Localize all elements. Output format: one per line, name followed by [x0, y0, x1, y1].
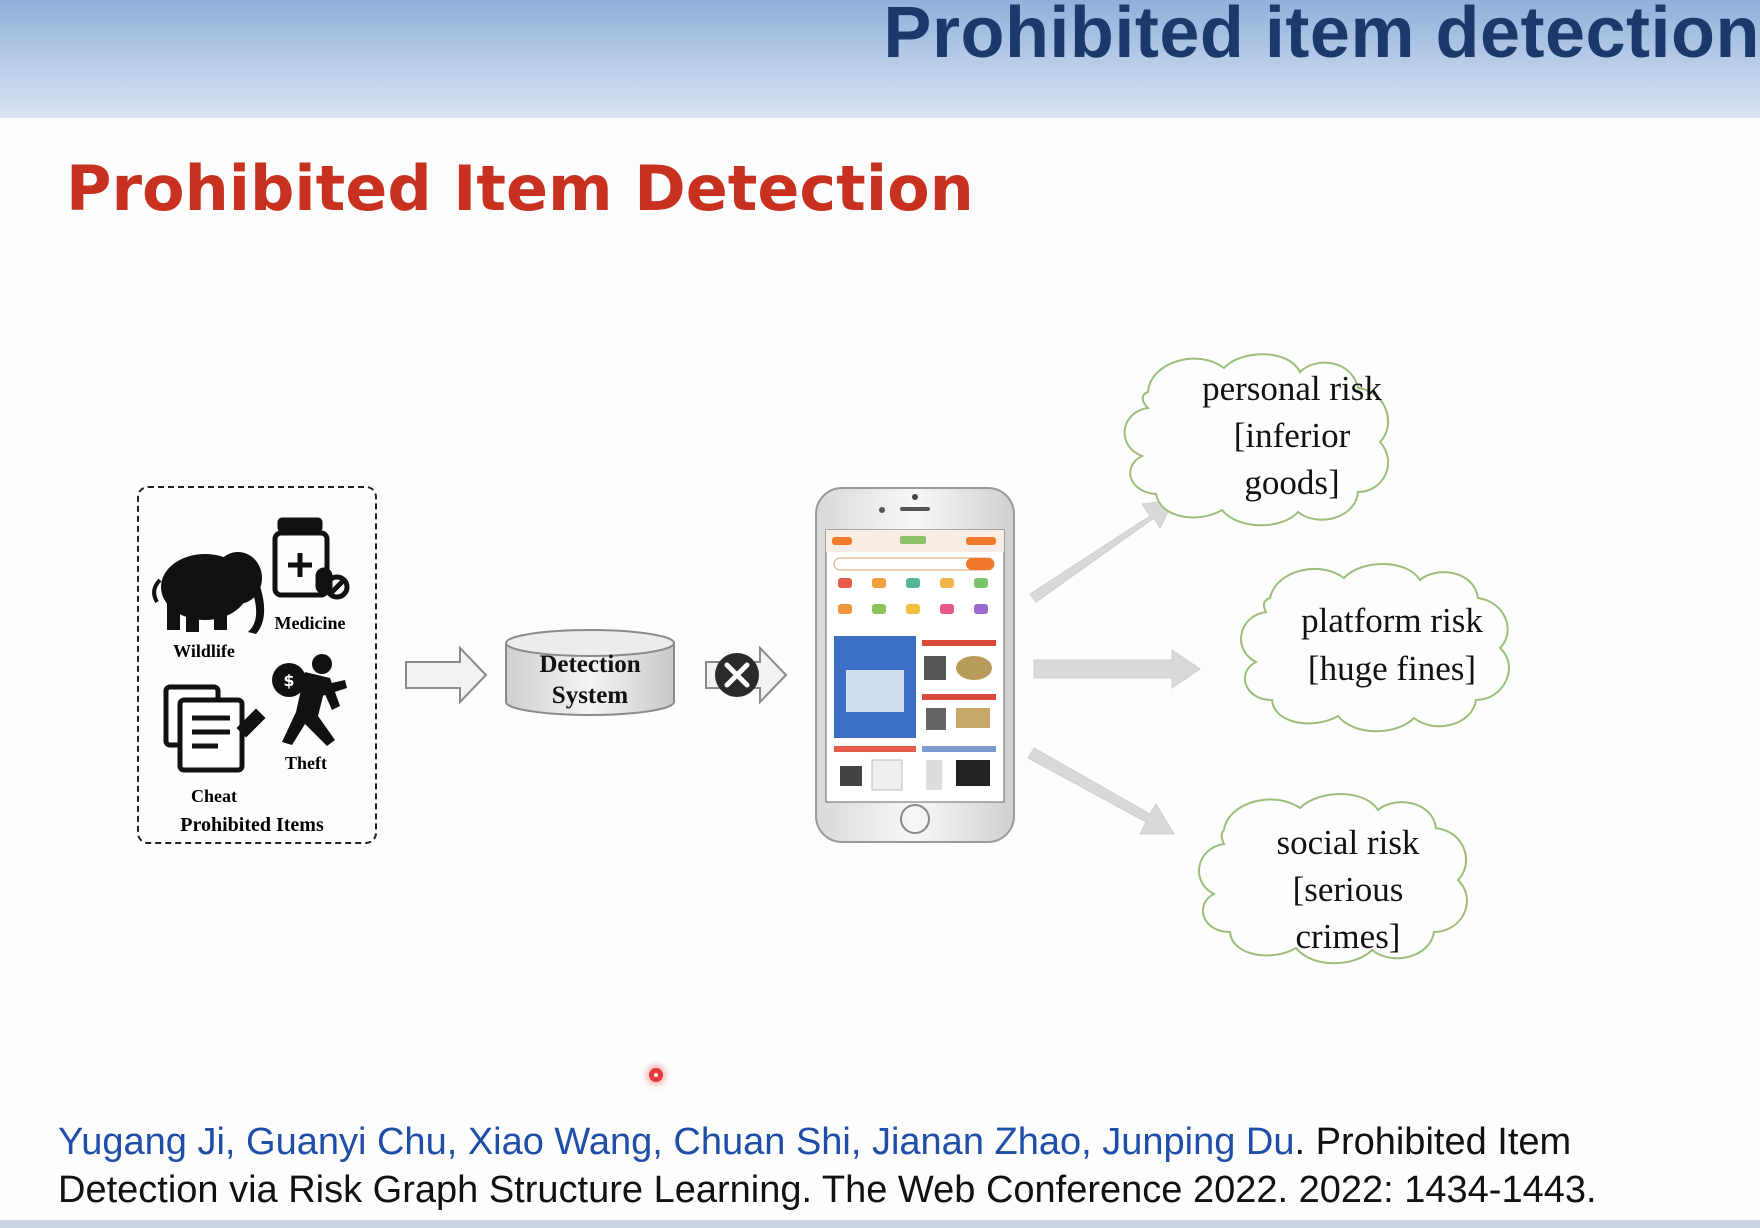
arrow-to-platform-risk [1033, 649, 1201, 689]
blocked-arrow-icon [705, 645, 788, 705]
platform-risk-line2: [huge fines] [1308, 649, 1476, 688]
document-icon [163, 684, 266, 773]
citation: Yugang Ji, Guanyi Chu, Xiao Wang, Chuan … [58, 1118, 1728, 1214]
medicine-icon [272, 517, 350, 600]
wildlife-label: Wildlife [173, 641, 235, 661]
social-risk-line2: [serious [1293, 870, 1404, 909]
detection-label-line1: Detection [539, 651, 640, 678]
arrow-to-social-risk [1027, 747, 1175, 835]
prohibited-items-caption: Prohibited Items [180, 814, 324, 836]
social-risk-line1: social risk [1277, 823, 1420, 862]
thief-icon [272, 654, 347, 746]
citation-authors: Yugang Ji, Guanyi Chu, Xiao Wang, Chuan … [58, 1121, 1295, 1163]
personal-risk-line3: goods] [1244, 463, 1339, 502]
personal-risk-cloud: personal risk [inferior goods] [1123, 353, 1390, 527]
platform-risk-cloud: platform risk [huge fines] [1240, 563, 1510, 733]
personal-risk-line1: personal risk [1202, 369, 1382, 408]
detection-label-line2: System [552, 682, 629, 709]
medicine-label: Medicine [275, 613, 346, 633]
phone-icon [815, 487, 1015, 843]
theft-label: Theft [285, 753, 327, 773]
social-risk-cloud: social risk [serious crimes] [1198, 793, 1468, 965]
cheat-label: Cheat [191, 786, 237, 806]
personal-risk-line2: [inferior [1234, 416, 1351, 455]
prohibited-items-box: Wildlife Medicine Cheat $ Theft Prohibit… [137, 486, 377, 844]
social-risk-line3: crimes] [1296, 917, 1401, 956]
dollar-icon: $ [283, 671, 294, 690]
platform-risk-line1: platform risk [1301, 601, 1483, 640]
risk-diagram: Wildlife Medicine Cheat $ Theft Prohibit… [137, 353, 1510, 965]
arrow-to-personal-risk [1029, 499, 1175, 603]
laser-pointer-icon [649, 1068, 663, 1082]
flow-arrow-icon [405, 645, 488, 705]
detection-system-cylinder: Detection System [505, 629, 675, 716]
elephant-icon [152, 552, 265, 634]
bottom-bar [0, 1220, 1760, 1228]
